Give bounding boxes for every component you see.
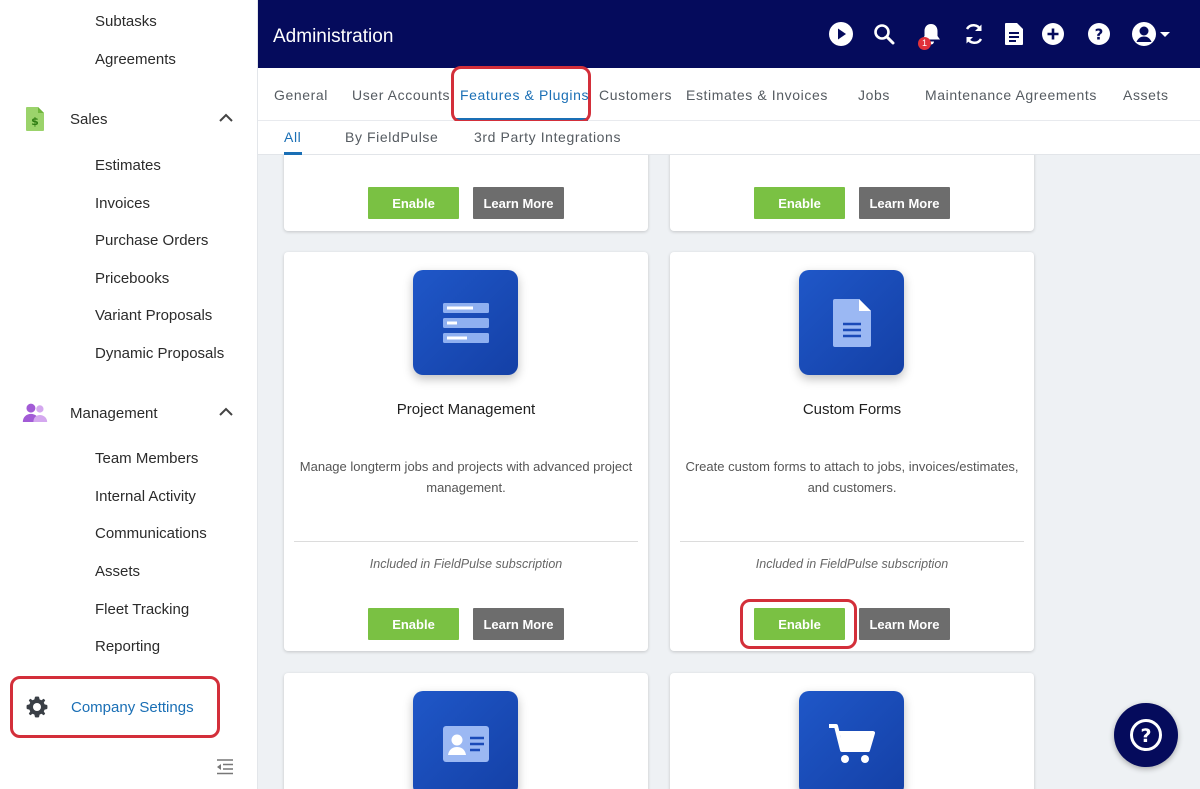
sidebar-group-label: Sales <box>70 110 108 128</box>
sub-tabs: All By FieldPulse 3rd Party Integrations <box>258 121 1200 155</box>
enable-button[interactable]: Enable <box>368 608 459 640</box>
gear-icon <box>25 695 49 724</box>
user-account-icon[interactable] <box>1130 20 1175 48</box>
sidebar-item-label: Company Settings <box>71 699 194 716</box>
feature-card-project-management: Project Management Manage longterm jobs … <box>284 252 648 651</box>
sidebar-item-team-members[interactable]: Team Members <box>95 450 198 467</box>
feature-card <box>284 673 648 789</box>
collapse-sidebar-icon[interactable] <box>215 758 235 781</box>
enable-button[interactable]: Enable <box>754 187 845 219</box>
tab-assets[interactable]: Assets <box>1123 87 1169 103</box>
divider <box>294 541 638 542</box>
sidebar-item-agreements[interactable]: Agreements <box>95 51 176 68</box>
add-icon[interactable] <box>1039 20 1067 48</box>
svg-text:$: $ <box>31 115 39 128</box>
document-icon[interactable] <box>1000 20 1028 48</box>
subtab-all[interactable]: All <box>284 129 301 145</box>
people-icon <box>22 400 48 426</box>
enable-button[interactable]: Enable <box>368 187 459 219</box>
sync-icon[interactable] <box>960 20 988 48</box>
tab-features-plugins[interactable]: Features & Plugins <box>460 87 589 103</box>
learn-more-button[interactable]: Learn More <box>473 608 564 640</box>
learn-more-button[interactable]: Learn More <box>859 187 950 219</box>
sidebar-group-sales[interactable]: $ Sales <box>22 104 242 134</box>
shopping-cart-icon <box>799 691 904 789</box>
play-icon[interactable] <box>827 20 855 48</box>
sidebar-item-subtasks[interactable]: Subtasks <box>95 13 157 30</box>
sidebar-group-label: Management <box>70 404 158 422</box>
sales-icon: $ <box>22 106 48 132</box>
svg-text:?: ? <box>1095 26 1104 44</box>
learn-more-button[interactable]: Learn More <box>473 187 564 219</box>
search-icon[interactable] <box>870 20 898 48</box>
help-chat-button[interactable]: ? <box>1114 703 1178 767</box>
tab-general[interactable]: General <box>274 87 328 103</box>
page-title: Administration <box>273 26 394 47</box>
tab-maintenance-agreements[interactable]: Maintenance Agreements <box>925 87 1097 103</box>
subtab-3rd-party-integrations[interactable]: 3rd Party Integrations <box>474 129 621 145</box>
feature-card <box>670 673 1034 789</box>
features-grid: Enable Learn More Enable Learn More Proj… <box>258 155 1200 789</box>
sidebar-item-assets[interactable]: Assets <box>95 563 140 580</box>
help-icon[interactable]: ? <box>1085 20 1113 48</box>
help-icon: ? <box>1130 719 1162 751</box>
feature-card: Enable Learn More <box>284 155 648 231</box>
sidebar-item-dynamic-proposals[interactable]: Dynamic Proposals <box>95 345 224 362</box>
sidebar-item-estimates[interactable]: Estimates <box>95 157 161 174</box>
sidebar-item-internal-activity[interactable]: Internal Activity <box>95 488 196 505</box>
svg-text:?: ? <box>1140 725 1151 747</box>
feature-description: Manage longterm jobs and projects with a… <box>299 459 633 495</box>
tab-jobs[interactable]: Jobs <box>858 87 890 103</box>
notification-badge: 1 <box>918 37 931 50</box>
enable-button[interactable]: Enable <box>754 608 845 640</box>
feature-subscription-note: Included in FieldPulse subscription <box>755 557 949 571</box>
learn-more-button[interactable]: Learn More <box>859 608 950 640</box>
sidebar: Subtasks Agreements $ Sales Estimates In… <box>0 0 258 789</box>
sidebar-item-reporting[interactable]: Reporting <box>95 638 160 655</box>
sidebar-item-invoices[interactable]: Invoices <box>95 195 150 212</box>
sidebar-item-purchase-orders[interactable]: Purchase Orders <box>95 232 208 249</box>
feature-description: Create custom forms to attach to jobs, i… <box>685 459 1019 495</box>
feature-title: Project Management <box>396 401 536 418</box>
main-tabs: General User Accounts Features & Plugins… <box>258 68 1200 121</box>
feature-title: Custom Forms <box>802 401 902 418</box>
feature-subscription-note: Included in FieldPulse subscription <box>369 557 563 571</box>
feature-card: Enable Learn More <box>670 155 1034 231</box>
divider <box>680 541 1024 542</box>
sidebar-item-variant-proposals[interactable]: Variant Proposals <box>95 307 212 324</box>
sidebar-item-pricebooks[interactable]: Pricebooks <box>95 270 169 287</box>
subtab-by-fieldpulse[interactable]: By FieldPulse <box>345 129 438 145</box>
sidebar-group-management[interactable]: Management <box>22 398 242 428</box>
sidebar-item-company-settings[interactable]: Company Settings <box>10 676 220 738</box>
project-list-icon <box>413 270 518 375</box>
sidebar-item-fleet-tracking[interactable]: Fleet Tracking <box>95 601 189 618</box>
form-document-icon <box>799 270 904 375</box>
tab-user-accounts[interactable]: User Accounts <box>352 87 450 103</box>
tab-customers[interactable]: Customers <box>599 87 672 103</box>
tab-estimates-invoices[interactable]: Estimates & Invoices <box>686 87 828 103</box>
feature-card-custom-forms: Custom Forms Create custom forms to atta… <box>670 252 1034 651</box>
chevron-up-icon[interactable] <box>218 404 234 425</box>
contact-card-icon <box>413 691 518 789</box>
sidebar-item-communications[interactable]: Communications <box>95 525 207 542</box>
chevron-up-icon[interactable] <box>218 110 234 131</box>
